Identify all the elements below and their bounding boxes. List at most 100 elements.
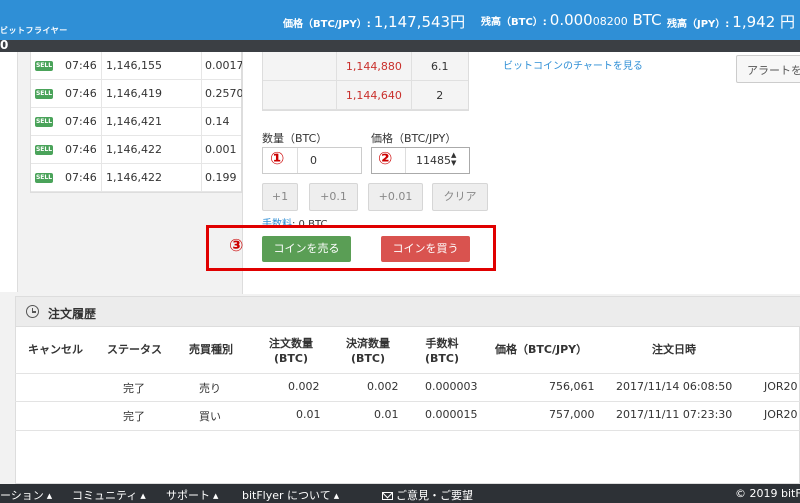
price-label: 価格（BTC/JPY）: <box>283 19 371 30</box>
price-spinner[interactable]: ▲ ▼ <box>451 151 456 167</box>
sub-navbar: 0 <box>0 38 800 52</box>
btc-balance-stat: 残高（BTC）: 0.00008200 BTC <box>481 11 662 29</box>
order-book-row[interactable]: 1,144,880 6.1 <box>263 52 468 81</box>
jpy-balance-value: 1,942 円 <box>732 13 796 31</box>
sell-coin-button[interactable]: コインを売る <box>262 236 351 262</box>
row2-status: 完了 <box>123 410 145 423</box>
table-row: SELL 07:46 1,146,422 0.001 <box>31 135 243 164</box>
sell-badge: SELL <box>35 88 53 99</box>
trade-qty: 0.00174514 <box>201 51 243 80</box>
trade-price: 1,146,419 <box>101 79 201 108</box>
trade-history-table: SELL 07:46 1,146,155 0.00174514 SELL 07:… <box>30 51 243 193</box>
row2-order-qty: 0.01 <box>296 408 321 421</box>
qty-value: 0 <box>310 154 317 167</box>
col-price: 価格（BTC/JPY） <box>495 343 588 356</box>
trade-time: 07:46 <box>65 59 97 72</box>
top-header: ビットフライヤー 価格（BTC/JPY）: 1,147,543円 残高（BTC）… <box>0 0 800 40</box>
increment-0-1-button[interactable]: +0.1 <box>309 183 358 211</box>
caret-up-icon: ▲ <box>46 492 53 500</box>
footer-about[interactable]: bitFlyer について ▲ <box>242 487 339 503</box>
col-status: ステータス <box>107 343 162 356</box>
trade-qty: 0.14 <box>201 107 243 136</box>
book-qty: 2 <box>436 89 444 102</box>
row2-date: 2017/11/11 07:23:30 <box>616 408 733 421</box>
jpy-balance-stat: 残高（JPY）: 1,942 円 <box>667 11 795 32</box>
trade-qty: 0.001 <box>201 135 243 164</box>
row1-order-qty: 0.002 <box>288 380 320 393</box>
footer-feedback[interactable]: ご意見・ご要望 <box>382 487 473 503</box>
marker-3: ③ <box>229 236 244 256</box>
jpy-balance-label: 残高（JPY）: <box>667 19 730 30</box>
trade-time: 07:46 <box>65 143 97 156</box>
row2-id: JOR20 <box>764 408 798 421</box>
caret-up-icon: ▲ <box>333 492 340 500</box>
trade-time: 07:46 <box>65 87 97 100</box>
increment-1-button[interactable]: +1 <box>262 183 298 211</box>
btc-balance-label: 残高（BTC）: <box>481 17 547 28</box>
trade-qty: 0.25704167 <box>201 79 243 108</box>
mail-icon <box>382 492 393 500</box>
btc-balance-value: 0.00008200 BTC <box>549 11 662 29</box>
marker-2: ② <box>378 149 393 169</box>
col-fee: 手数料 (BTC) <box>424 337 459 365</box>
price-input-label: 価格（BTC/JPY） <box>371 132 457 145</box>
row1-price: 756,061 <box>549 380 595 393</box>
col-exec-qty: 決済数量 (BTC) <box>346 337 390 365</box>
qty-label: 数量（BTC） <box>262 132 328 145</box>
book-qty: 6.1 <box>431 60 449 73</box>
left-side-strip <box>0 52 18 292</box>
trade-price: 1,146,422 <box>101 163 201 192</box>
increment-0-01-button[interactable]: +0.01 <box>368 183 423 211</box>
buy-coin-button[interactable]: コインを買う <box>381 236 470 262</box>
trade-time: 07:46 <box>65 115 97 128</box>
trade-price: 1,146,421 <box>101 107 201 136</box>
footer-support[interactable]: サポート ▲ <box>166 487 218 503</box>
trade-price: 1,146,155 <box>101 51 201 80</box>
row2-fee: 0.000015 <box>425 408 478 421</box>
brand-logo-text: ビットフライヤー <box>0 26 68 35</box>
row2-type: 買い <box>199 410 221 423</box>
order-history-title: 注文履歴 <box>48 307 97 321</box>
book-price: 1,144,880 <box>337 52 412 80</box>
row2-exec-qty: 0.01 <box>374 408 399 421</box>
table-row: SELL 07:46 1,146,155 0.00174514 <box>31 51 243 80</box>
table-row: SELL 07:46 1,146,419 0.25704167 <box>31 79 243 108</box>
trade-qty: 0.199 <box>201 163 243 192</box>
subbar-text: 0 <box>0 38 9 52</box>
row1-id: JOR20 <box>764 380 798 393</box>
trade-time: 07:46 <box>65 171 97 184</box>
price-value: 1,147,543円 <box>373 13 466 31</box>
sell-badge: SELL <box>35 144 53 155</box>
footer-community[interactable]: コミュニティ ▲ <box>72 487 146 503</box>
footer-nav-1[interactable]: ーション ▲ <box>0 487 52 503</box>
sell-badge: SELL <box>35 60 53 71</box>
row1-status: 完了 <box>123 382 145 395</box>
chart-link[interactable]: ビットコインのチャートを見る <box>503 57 643 72</box>
trade-price: 1,146,422 <box>101 135 201 164</box>
order-book-row[interactable]: 1,144,640 2 <box>263 81 468 110</box>
caret-up-icon: ▲ <box>213 492 219 500</box>
price-stat: 価格（BTC/JPY）: 1,147,543円 <box>283 11 465 32</box>
clock-icon <box>26 305 39 318</box>
row1-type: 売り <box>199 382 221 395</box>
sell-badge: SELL <box>35 172 53 183</box>
col-cancel: キャンセル <box>28 343 83 356</box>
price-value-input: 11485 <box>416 154 451 167</box>
clear-button[interactable]: クリア <box>432 183 488 211</box>
row1-exec-qty: 0.002 <box>367 380 399 393</box>
row2-price: 757,000 <box>549 408 595 421</box>
footer-copyright: © 2019 bitF <box>735 487 800 500</box>
caret-up-icon: ▲ <box>140 492 146 500</box>
marker-1: ① <box>270 149 285 169</box>
col-type: 売買種別 <box>189 343 233 356</box>
sell-badge: SELL <box>35 116 53 127</box>
row1-date: 2017/11/14 06:08:50 <box>616 380 733 393</box>
col-order-qty: 注文数量 (BTC) <box>269 337 313 365</box>
table-row: SELL 07:46 1,146,422 0.199 <box>31 163 243 192</box>
col-date: 注文日時 <box>652 343 696 356</box>
alert-button[interactable]: アラートを <box>736 55 800 83</box>
order-history-header: 注文履歴 <box>16 297 800 327</box>
order-book: 1,144,880 6.1 1,144,640 2 <box>262 52 469 111</box>
table-row: SELL 07:46 1,146,421 0.14 <box>31 107 243 136</box>
row1-fee: 0.000003 <box>425 380 478 393</box>
